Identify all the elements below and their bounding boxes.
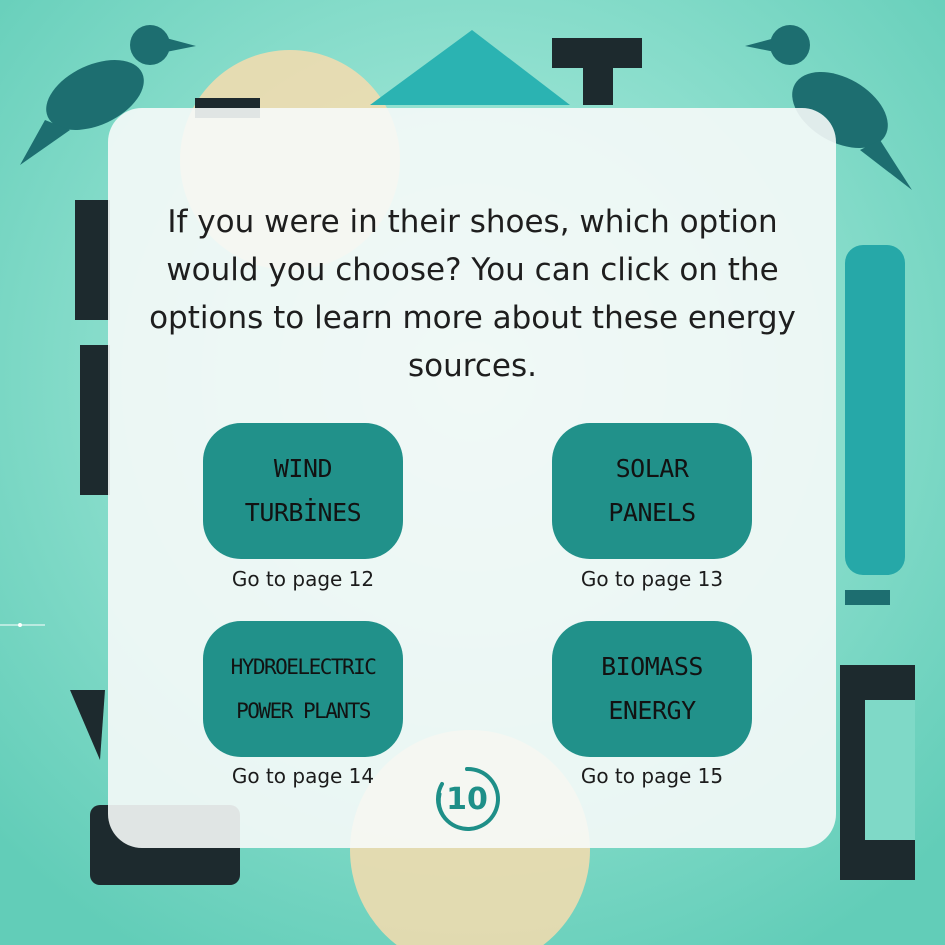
option-biomass-energy-button[interactable]: BIOMASS ENERGY	[552, 621, 752, 757]
go-to-page-15-link[interactable]: Go to page 15	[532, 764, 772, 788]
go-to-page-14-link[interactable]: Go to page 14	[183, 764, 423, 788]
go-to-page-12-link[interactable]: Go to page 12	[183, 567, 423, 591]
option-label: WIND TURBİNES	[244, 454, 362, 527]
option-label: HYDROELECTRIC POWER PLANTS	[230, 655, 377, 723]
option-wind-turbines-button[interactable]: WIND TURBİNES	[203, 423, 403, 559]
bottle-shape	[845, 245, 905, 575]
option-label: SOLAR PANELS	[608, 454, 696, 527]
option-hydroelectric-button[interactable]: HYDROELECTRIC POWER PLANTS	[203, 621, 403, 757]
page-number: 10	[446, 781, 488, 817]
question-text: If you were in their shoes, which option…	[149, 204, 796, 384]
option-label: BIOMASS ENERGY	[601, 652, 703, 725]
option-solar-panels-button[interactable]: SOLAR PANELS	[552, 423, 752, 559]
go-to-page-13-link[interactable]: Go to page 13	[532, 567, 772, 591]
